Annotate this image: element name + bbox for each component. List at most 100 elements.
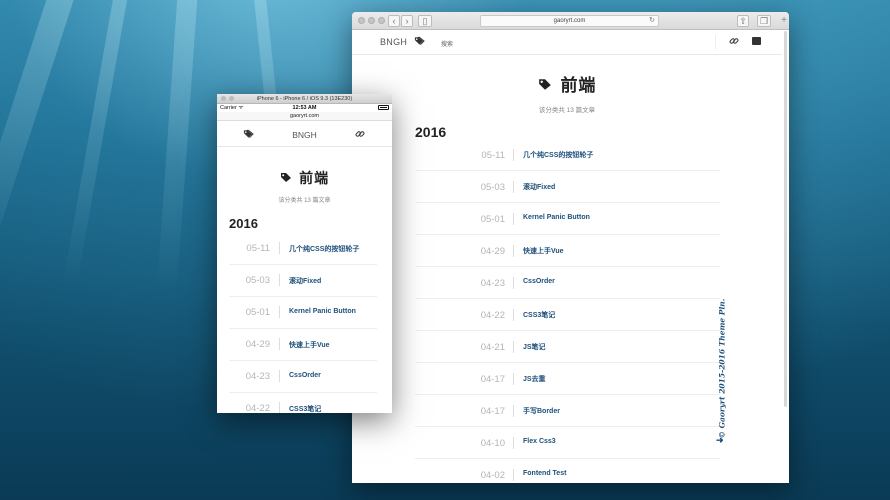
post-title-link[interactable]: Kernel Panic Button	[523, 214, 590, 221]
reload-icon[interactable]: ↻	[649, 16, 655, 26]
divider	[279, 242, 280, 254]
post-row[interactable]: 04-29 快速上手Vue	[229, 329, 377, 361]
post-date: 05-03	[245, 275, 270, 286]
post-date: 05-11	[481, 150, 505, 161]
post-title-link[interactable]: JS笔记	[523, 342, 546, 352]
post-title-link[interactable]: CssOrder	[523, 278, 555, 285]
site-brand[interactable]: BNGH	[217, 130, 392, 140]
post-title-link[interactable]: 滚动Fixed	[523, 182, 555, 192]
post-title-link[interactable]: 手写Border	[523, 406, 560, 416]
divider	[279, 274, 280, 286]
post-date: 04-10	[480, 438, 505, 449]
post-date: 04-22	[480, 310, 505, 321]
post-row[interactable]: 04-21 JS笔记	[415, 331, 720, 363]
post-title-link[interactable]: CSS3笔记	[523, 310, 555, 320]
post-date: 04-21	[480, 342, 505, 353]
divider	[513, 149, 514, 161]
divider	[513, 245, 514, 257]
back-icon[interactable]: ‹	[388, 15, 400, 27]
divider	[513, 309, 514, 321]
post-row[interactable]: 05-01 Kernel Panic Button	[229, 297, 377, 329]
credit-text: © Gaoryrt 2015-2016 Theme Pln.	[717, 298, 727, 439]
close-window-button[interactable]	[221, 96, 226, 101]
category-count: 该分类共 13 篇文章	[538, 107, 596, 114]
post-title-link[interactable]: 几个纯CSS的按钮轮子	[523, 150, 593, 160]
post-row[interactable]: 04-29 快速上手Vue	[415, 235, 720, 267]
post-row[interactable]: 05-03 滚动Fixed	[229, 265, 377, 297]
forward-icon[interactable]: ›	[401, 15, 413, 27]
divider	[513, 181, 514, 193]
minimize-window-button[interactable]	[229, 96, 234, 101]
post-row[interactable]: 04-22 CSS3笔记	[415, 299, 720, 331]
post-date: 04-29	[245, 339, 270, 350]
ios-simulator-window: iPhone 6 - iPhone 6 / iOS 9.3 (13E230) C…	[217, 94, 392, 413]
post-row[interactable]: 04-23 CssOrder	[415, 267, 720, 299]
post-title-link[interactable]: 滚动Fixed	[289, 276, 321, 286]
post-date: 04-22	[245, 403, 270, 413]
minimize-window-button[interactable]	[368, 17, 375, 24]
post-date: 04-17	[480, 406, 505, 417]
post-row[interactable]: 05-11 几个纯CSS的按钮轮子	[415, 139, 720, 171]
post-row[interactable]: 04-17 JS去重	[415, 363, 720, 395]
tabs-icon[interactable]: ❐	[757, 15, 771, 27]
category-count: 该分类共 13 篇文章	[278, 198, 331, 204]
post-row[interactable]: 05-11 几个纯CSS的按钮轮子	[229, 233, 377, 265]
year-heading: 2016	[229, 216, 258, 231]
footer-credit: © Gaoryrt 2015-2016 Theme Pln. ➜	[712, 298, 730, 447]
link-icon[interactable]	[729, 36, 739, 48]
post-title-link[interactable]: CssOrder	[289, 372, 321, 379]
simulator-titlebar: iPhone 6 - iPhone 6 / iOS 9.3 (13E230)	[217, 94, 392, 104]
mobile-navbar: BNGH	[217, 121, 392, 147]
post-row[interactable]: 04-10 Flex Css3	[415, 427, 720, 459]
page-title: 前端	[217, 168, 392, 188]
search-input[interactable]: 搜索	[441, 35, 716, 50]
new-tab-button[interactable]: +	[779, 15, 789, 27]
post-date: 04-23	[245, 371, 270, 382]
post-row[interactable]: 05-01 Kernel Panic Button	[415, 203, 720, 235]
post-row[interactable]: 04-23 CssOrder	[229, 361, 377, 393]
post-date: 05-01	[245, 307, 270, 318]
link-icon[interactable]	[355, 129, 365, 141]
tag-icon	[538, 78, 557, 94]
divider	[279, 338, 280, 350]
status-time: 12:53 AM	[292, 105, 317, 111]
divider	[513, 213, 514, 225]
divider	[279, 402, 280, 413]
ios-status-bar: Carrier ᯤ 12:53 AM	[217, 104, 392, 112]
page-title-text: 前端	[560, 76, 597, 95]
scrollbar[interactable]	[784, 31, 787, 407]
site-brand[interactable]: BNGH	[380, 37, 407, 47]
close-window-button[interactable]	[358, 17, 365, 24]
post-date: 04-17	[480, 374, 505, 385]
post-date: 04-23	[480, 278, 505, 289]
post-title-link[interactable]: 几个纯CSS的按钮轮子	[289, 244, 359, 254]
post-row[interactable]: 04-17 手写Border	[415, 395, 720, 427]
post-title-link[interactable]: 快速上手Vue	[289, 340, 330, 350]
year-heading: 2016	[415, 124, 447, 140]
post-row[interactable]: 04-22 CSS3笔记	[229, 393, 377, 413]
safari-window: ‹ › ▯ gaoryrt.com ↻ ⇧ ❐ + BNGH 搜索 前端 该分类…	[352, 12, 789, 483]
divider	[279, 370, 280, 382]
zoom-window-button[interactable]	[378, 17, 385, 24]
post-title-link[interactable]: Fontend Test	[523, 470, 566, 477]
mobile-address-bar[interactable]: gaoryrt.com	[217, 112, 392, 121]
divider	[513, 373, 514, 385]
share-icon[interactable]: ⇧	[737, 15, 749, 27]
post-date: 04-29	[480, 246, 505, 257]
post-row[interactable]: 04-02 Fontend Test	[415, 459, 720, 483]
post-title-link[interactable]: CSS3笔记	[289, 404, 321, 413]
page-title-text: 前端	[299, 170, 330, 186]
post-date: 04-02	[480, 470, 505, 481]
post-row[interactable]: 05-03 滚动Fixed	[415, 171, 720, 203]
sidebar-icon[interactable]: ▯	[418, 15, 432, 27]
post-title-link[interactable]: JS去重	[523, 374, 546, 384]
address-bar[interactable]: gaoryrt.com ↻	[480, 15, 659, 27]
post-title-link[interactable]: Kernel Panic Button	[289, 308, 356, 315]
post-list: 05-11 几个纯CSS的按钮轮子 05-03 滚动Fixed 05-01 Kernel …	[229, 233, 377, 413]
tag-icon[interactable]	[414, 36, 425, 48]
back-to-top-icon[interactable]: ➜	[716, 435, 724, 446]
post-title-link[interactable]: 快速上手Vue	[523, 246, 564, 256]
post-title-link[interactable]: Flex Css3	[523, 438, 556, 445]
archive-icon[interactable]	[752, 37, 761, 45]
simulator-title: iPhone 6 - iPhone 6 / iOS 9.3 (13E230)	[256, 96, 353, 102]
